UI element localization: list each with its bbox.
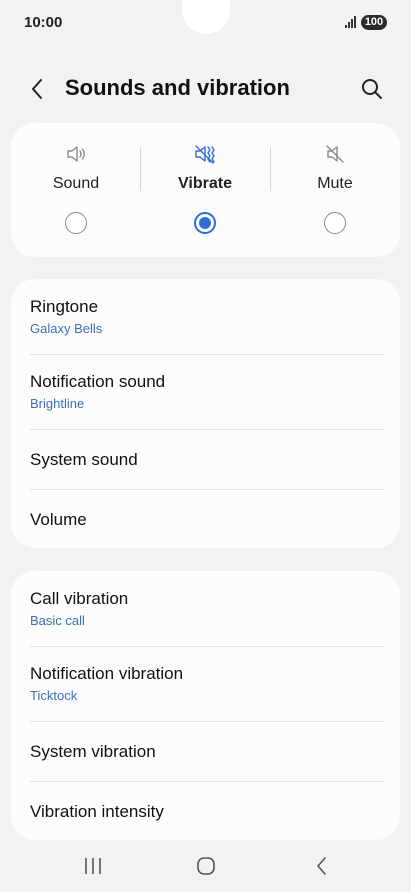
vibrate-mode-label: Vibrate xyxy=(178,175,232,192)
mute-mode-label: Mute xyxy=(317,175,353,192)
list-item-vibration-intensity[interactable]: Vibration intensity xyxy=(11,781,400,840)
list-item-ringtone[interactable]: Ringtone Galaxy Bells xyxy=(11,279,400,354)
list-item-label: Call vibration xyxy=(30,589,129,608)
list-item-value: Galaxy Bells xyxy=(30,321,103,336)
status-time: 10:00 xyxy=(24,14,63,31)
list-item-system-vibration[interactable]: System vibration xyxy=(11,721,400,781)
page-title: Sounds and vibration xyxy=(65,75,290,100)
home-icon xyxy=(197,857,215,875)
sound-settings-card: Ringtone Galaxy Bells Notification sound… xyxy=(11,279,400,548)
sound-mode-card: Sound Vibrate Mute xyxy=(11,123,400,257)
mute-radio[interactable] xyxy=(324,212,346,234)
status-bar: 10:00 100 xyxy=(0,0,411,48)
battery-icon: 100 xyxy=(361,15,387,30)
back-button[interactable] xyxy=(26,76,50,102)
list-item-notification-vibration[interactable]: Notification vibration Ticktock xyxy=(11,646,400,721)
recent-apps-button[interactable] xyxy=(81,854,105,878)
back-icon xyxy=(317,857,326,875)
list-item-notification-sound[interactable]: Notification sound Brightline xyxy=(11,354,400,429)
vibrate-icon xyxy=(195,145,215,164)
sound-mode-vibrate[interactable]: Vibrate xyxy=(140,123,270,257)
vibrate-radio[interactable] xyxy=(194,212,216,234)
navigation-bar xyxy=(0,842,411,892)
list-item-value: Basic call xyxy=(30,613,85,628)
back-nav-button[interactable] xyxy=(310,854,334,878)
chevron-left-icon xyxy=(32,79,42,99)
home-button[interactable] xyxy=(194,854,218,878)
recent-apps-icon xyxy=(85,858,101,874)
list-item-call-vibration[interactable]: Call vibration Basic call xyxy=(11,571,400,646)
list-item-volume[interactable]: Volume xyxy=(11,489,400,548)
list-item-label: Ringtone xyxy=(30,297,99,316)
camera-notch xyxy=(160,0,252,38)
sound-mode-label: Sound xyxy=(52,175,100,192)
signal-icon xyxy=(345,16,359,28)
list-item-label: Notification sound xyxy=(30,372,166,391)
list-item-label: System vibration xyxy=(30,742,156,761)
sound-radio[interactable] xyxy=(65,212,87,234)
sound-mode-sound[interactable]: Sound xyxy=(11,123,141,257)
speaker-icon xyxy=(67,146,85,162)
list-item-label: Vibration intensity xyxy=(30,802,164,821)
list-item-label: System sound xyxy=(30,450,138,469)
search-button[interactable] xyxy=(360,77,384,101)
list-item-system-sound[interactable]: System sound xyxy=(11,429,400,489)
mute-icon xyxy=(326,145,344,163)
search-icon xyxy=(362,79,382,99)
sound-mode-mute[interactable]: Mute xyxy=(270,123,400,257)
vibration-settings-card: Call vibration Basic call Notification v… xyxy=(11,571,400,840)
list-item-value: Ticktock xyxy=(30,688,78,703)
list-item-label: Volume xyxy=(30,510,87,529)
list-item-value: Brightline xyxy=(30,396,85,411)
list-item-label: Notification vibration xyxy=(30,664,184,683)
app-header: Sounds and vibration xyxy=(0,70,411,108)
